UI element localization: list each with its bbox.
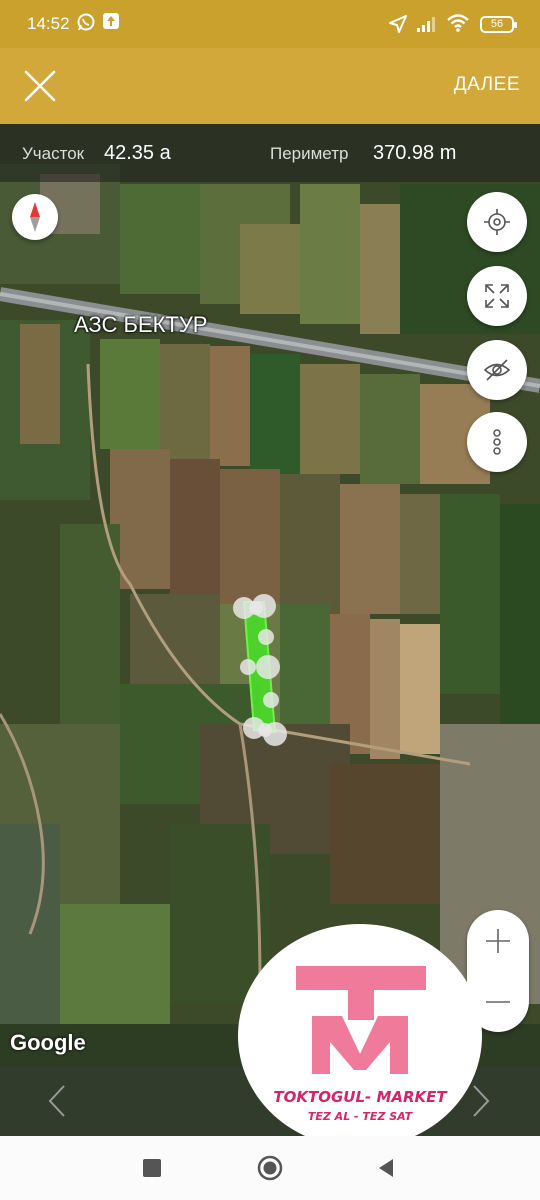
back-button[interactable] xyxy=(368,1150,404,1186)
minus-icon xyxy=(486,1000,510,1003)
more-options-button[interactable] xyxy=(467,412,527,472)
my-location-button[interactable] xyxy=(467,192,527,252)
home-button[interactable] xyxy=(252,1150,288,1186)
perimeter-label: Периметр xyxy=(270,144,349,163)
watermark-title: TOKTOGUL- MARKET xyxy=(273,1088,447,1106)
close-button[interactable] xyxy=(16,62,64,110)
toktogul-market-watermark: TOKTOGUL- MARKET TEZ AL - TEZ SAT xyxy=(238,924,482,1148)
status-bar: 14:52 56 xyxy=(0,0,540,48)
location-arrow-icon xyxy=(388,14,408,38)
google-logo: Google xyxy=(10,1030,86,1055)
crosshair-icon xyxy=(484,209,510,235)
top-app-bar: ДАЛЕЕ xyxy=(0,48,540,124)
next-button[interactable]: ДАЛЕЕ xyxy=(454,74,520,96)
wifi-icon xyxy=(446,13,470,37)
plus-icon xyxy=(486,928,510,953)
compass-button[interactable] xyxy=(12,194,58,240)
watermark-subtitle: TEZ AL - TEZ SAT xyxy=(307,1110,413,1123)
area-value: 42.35 a xyxy=(104,142,171,164)
measurement-bar: Участок 42.35 a Периметр 370.98 m xyxy=(0,124,540,182)
close-icon xyxy=(24,70,56,102)
previous-arrow-icon[interactable] xyxy=(44,1084,68,1118)
fullscreen-button[interactable] xyxy=(467,266,527,326)
battery-icon: 56 xyxy=(480,16,517,33)
recents-icon xyxy=(143,1159,161,1177)
poi-label: АЗС БЕКТУР xyxy=(74,312,208,337)
notification-icon xyxy=(102,12,120,34)
area-label: Участок xyxy=(22,144,85,163)
fullscreen-icon xyxy=(485,284,509,308)
whatsapp-icon xyxy=(76,12,96,36)
visibility-off-icon xyxy=(483,359,511,381)
more-vert-icon xyxy=(493,429,501,455)
compass-icon xyxy=(30,202,40,232)
perimeter-value: 370.98 m xyxy=(373,142,457,164)
navigation-bar xyxy=(0,1136,540,1200)
status-time: 14:52 xyxy=(27,14,70,33)
recents-button[interactable] xyxy=(134,1150,170,1186)
home-icon xyxy=(257,1155,283,1181)
visibility-toggle-button[interactable] xyxy=(467,340,527,400)
signal-icon xyxy=(416,15,440,37)
back-icon xyxy=(379,1159,393,1177)
